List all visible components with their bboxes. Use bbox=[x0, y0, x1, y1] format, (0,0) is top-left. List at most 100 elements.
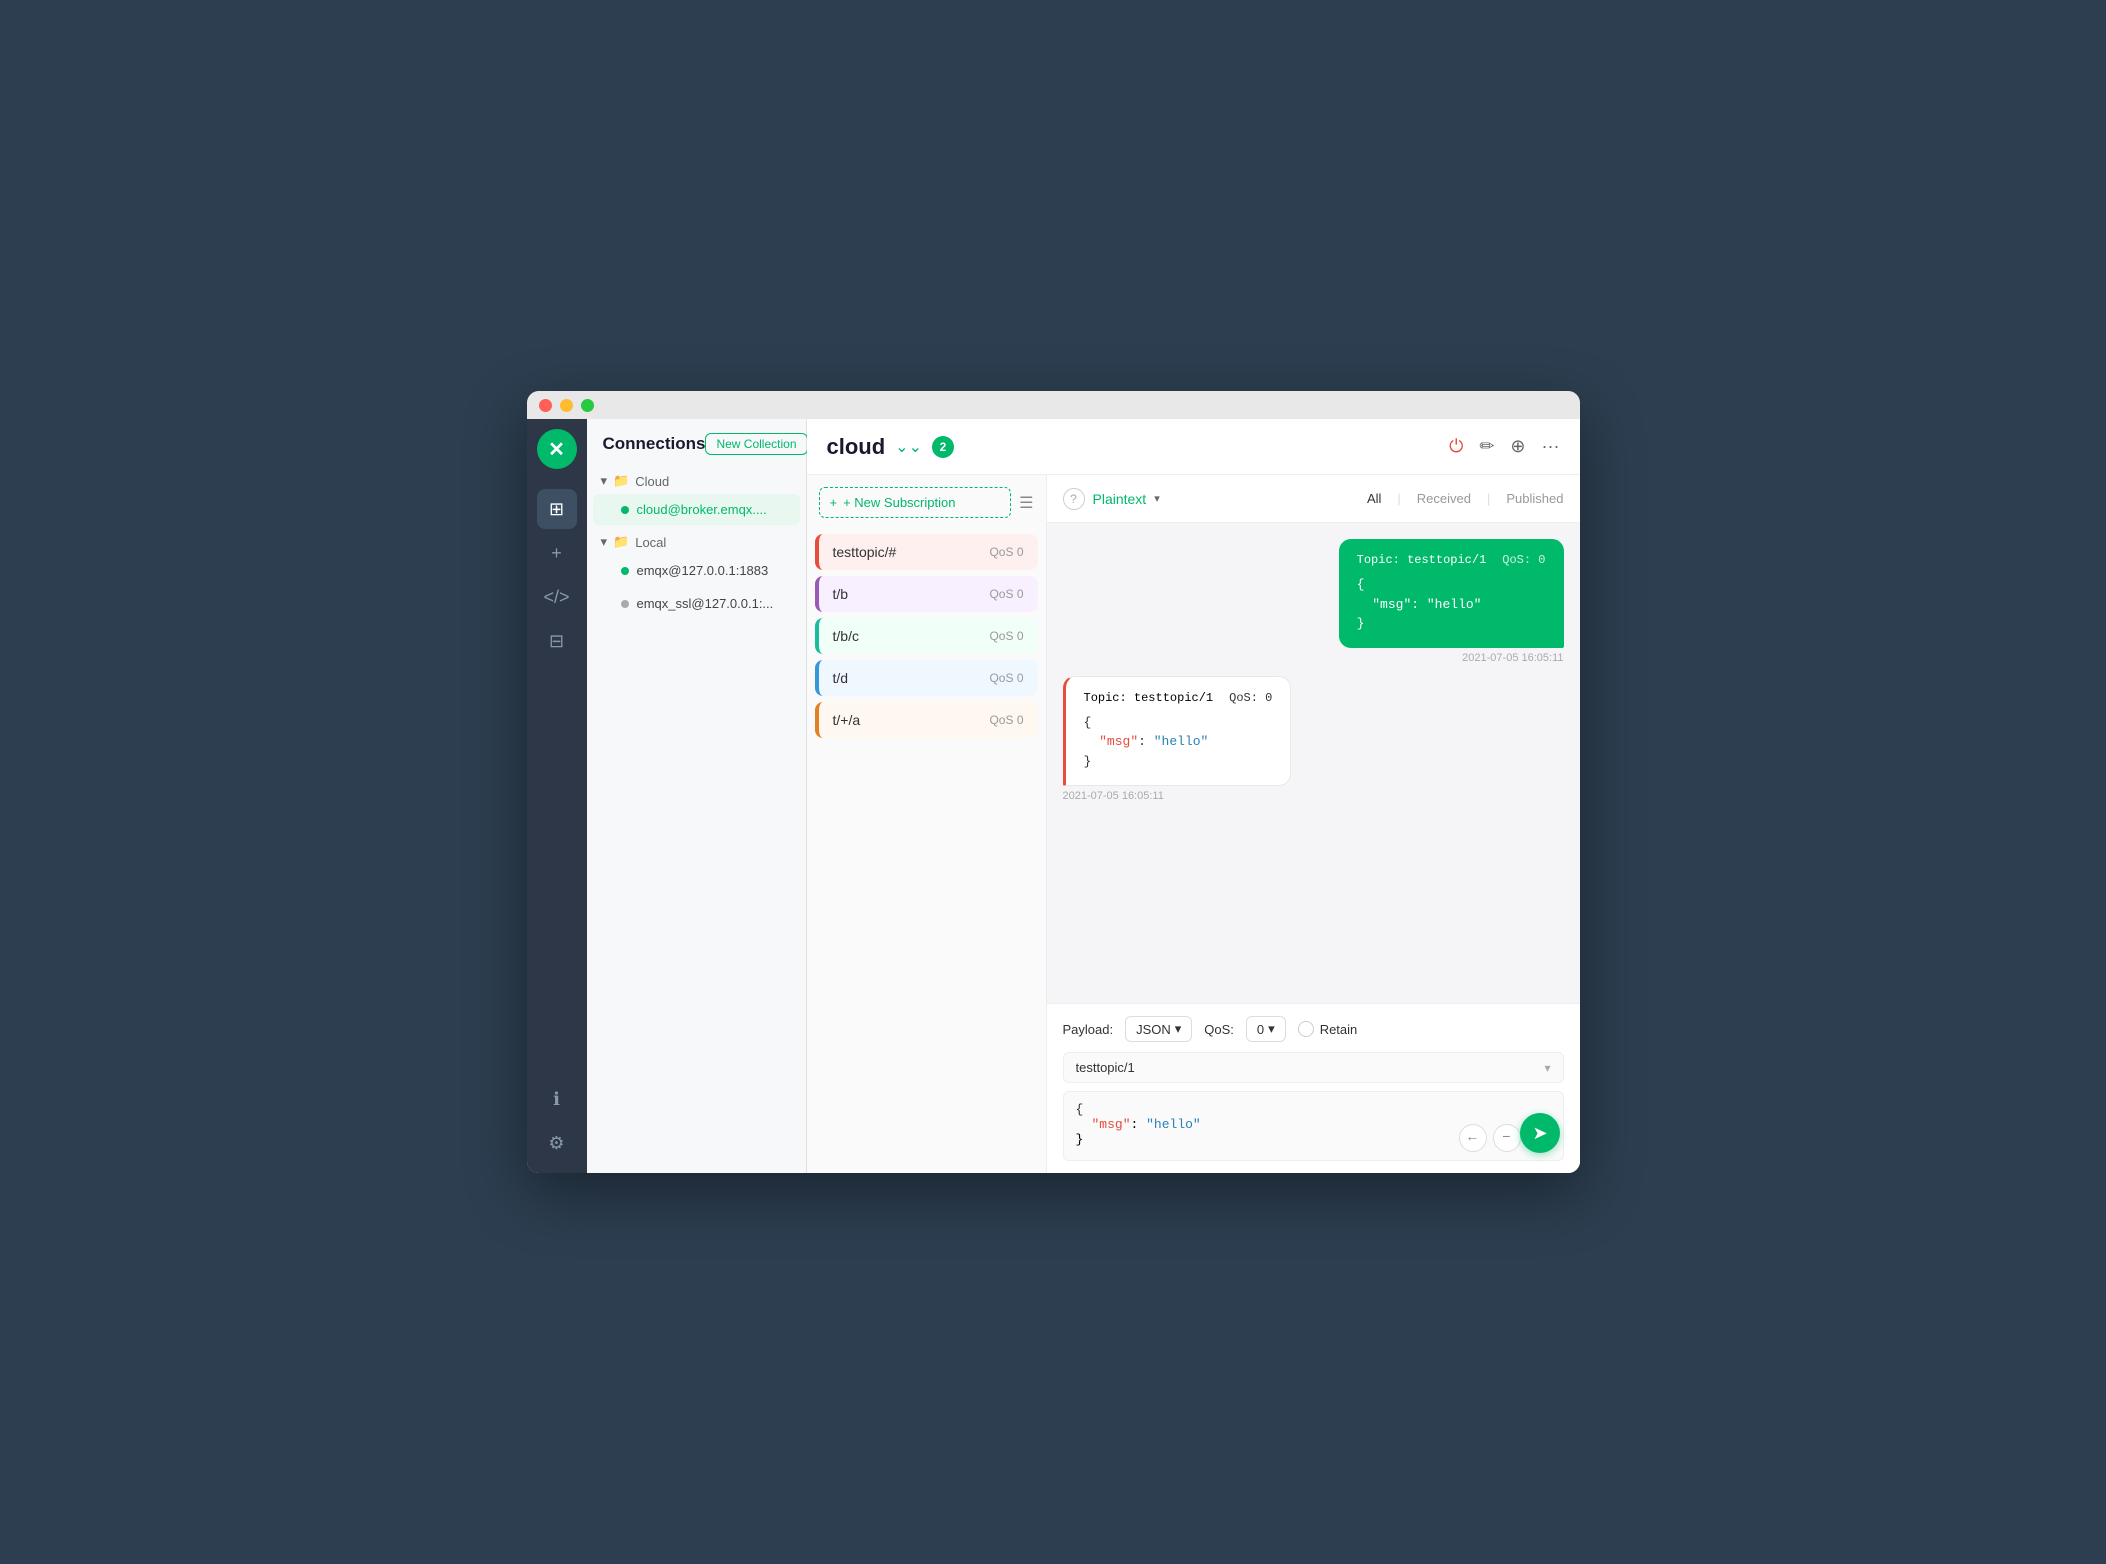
connection-local1-label: emqx@127.0.0.1:1883 bbox=[637, 563, 769, 578]
edit-icon[interactable]: ✏ bbox=[1479, 436, 1494, 457]
chevron-down-icon: ▾ bbox=[1268, 1021, 1275, 1037]
connection-local2-label: emqx_ssl@127.0.0.1:... bbox=[637, 596, 774, 611]
subscription-item-3[interactable]: t/d QoS 0 bbox=[815, 660, 1038, 696]
app-window: ✕ ⊞ + </> ⊟ ℹ ⚙ Connections New Collecti… bbox=[527, 391, 1580, 1173]
json-value: "hello" bbox=[1154, 734, 1209, 749]
group-cloud-label: Cloud bbox=[635, 474, 669, 489]
retain-checkbox-group[interactable]: Retain bbox=[1298, 1021, 1358, 1037]
body-line3: } bbox=[1076, 1132, 1084, 1147]
new-collection-button[interactable]: New Collection bbox=[705, 433, 807, 455]
connection-cloud1[interactable]: cloud@broker.emqx.... bbox=[593, 494, 800, 525]
message-body: { "msg": "hello" } bbox=[1357, 575, 1546, 634]
filter-tab-all[interactable]: All bbox=[1367, 491, 1381, 506]
connection-local2[interactable]: emqx_ssl@127.0.0.1:... bbox=[593, 588, 800, 619]
status-dot-gray bbox=[621, 600, 629, 608]
payload-format-select[interactable]: JSON ▾ bbox=[1125, 1016, 1192, 1042]
folder-icon: 📁 bbox=[613, 534, 629, 550]
subscription-item-1[interactable]: t/b QoS 0 bbox=[815, 576, 1038, 612]
app-body: ✕ ⊞ + </> ⊟ ℹ ⚙ Connections New Collecti… bbox=[527, 419, 1580, 1173]
retain-checkbox[interactable] bbox=[1298, 1021, 1314, 1037]
message-body: { "msg": "hello" } bbox=[1084, 713, 1273, 772]
filter-tab-published[interactable]: Published bbox=[1506, 491, 1563, 506]
json-key: "msg" bbox=[1099, 734, 1138, 749]
nav-left-btn[interactable]: ← bbox=[1459, 1124, 1487, 1152]
format-dropdown-icon[interactable]: ▾ bbox=[1154, 492, 1160, 505]
more-icon[interactable]: ··· bbox=[1542, 436, 1560, 457]
compose-options-row: Payload: JSON ▾ QoS: 0 ▾ bbox=[1063, 1016, 1564, 1042]
sub-topic: testtopic/# bbox=[833, 544, 897, 560]
sub-qos: QoS 0 bbox=[989, 629, 1023, 643]
connection-dropdown-icon[interactable]: ⌄⌄ bbox=[895, 437, 922, 457]
subscription-item-0[interactable]: testtopic/# QoS 0 bbox=[815, 534, 1038, 570]
message-header: Topic: testtopic/1 QoS: 0 bbox=[1084, 691, 1273, 705]
group-local-label: Local bbox=[635, 535, 666, 550]
app-logo: ✕ bbox=[537, 429, 577, 469]
nav-code[interactable]: </> bbox=[537, 577, 577, 617]
active-connection-name: cloud bbox=[827, 434, 886, 460]
new-sub-label: + New Subscription bbox=[843, 495, 955, 510]
connections-header: Connections New Collection bbox=[587, 419, 806, 465]
sub-topic: t/+/a bbox=[833, 712, 861, 728]
message-sent-0: Topic: testtopic/1 QoS: 0 { "msg": "hell… bbox=[1063, 539, 1564, 664]
filter-icon[interactable]: ☰ bbox=[1019, 493, 1033, 513]
nav-add[interactable]: + bbox=[537, 533, 577, 573]
connection-badge: 2 bbox=[932, 436, 954, 458]
compose-body[interactable]: { "msg": "hello" } ← − → bbox=[1063, 1091, 1564, 1161]
message-timestamp: 2021-07-05 16:05:11 bbox=[1462, 652, 1563, 664]
sub-qos: QoS 0 bbox=[989, 713, 1023, 727]
nav-info[interactable]: ℹ bbox=[537, 1079, 577, 1119]
status-dot-green bbox=[621, 506, 629, 514]
messages-pane: ? Plaintext ▾ All | Received | Published bbox=[1047, 475, 1580, 1173]
nav-data[interactable]: ⊟ bbox=[537, 621, 577, 661]
subscription-item-2[interactable]: t/b/c QoS 0 bbox=[815, 618, 1038, 654]
status-dot-green bbox=[621, 567, 629, 575]
connections-title: Connections bbox=[603, 434, 706, 454]
chevron-down-icon: ▾ bbox=[1544, 1061, 1550, 1075]
sub-qos: QoS 0 bbox=[989, 587, 1023, 601]
group-cloud[interactable]: ▾ 📁 Cloud bbox=[587, 465, 806, 493]
chevron-down-icon: ▾ bbox=[601, 534, 608, 550]
main-topbar: cloud ⌄⌄ 2 ⏻ ✏ ⊕ ··· bbox=[807, 419, 1580, 475]
message-filter-tabs: All | Received | Published bbox=[1367, 491, 1564, 506]
close-button[interactable] bbox=[539, 399, 552, 412]
group-local[interactable]: ▾ 📁 Local bbox=[587, 526, 806, 554]
sub-qos: QoS 0 bbox=[989, 671, 1023, 685]
connection-local1[interactable]: emqx@127.0.0.1:1883 bbox=[593, 555, 800, 586]
nav-minus-btn[interactable]: − bbox=[1493, 1124, 1521, 1152]
new-subscription-button[interactable]: + + New Subscription bbox=[819, 487, 1012, 518]
message-list: Topic: testtopic/1 QoS: 0 { "msg": "hell… bbox=[1047, 523, 1580, 1003]
minimize-button[interactable] bbox=[560, 399, 573, 412]
sub-qos: QoS 0 bbox=[989, 545, 1023, 559]
logo-icon: ✕ bbox=[548, 437, 565, 462]
chevron-down-icon: ▾ bbox=[1175, 1021, 1182, 1037]
format-label[interactable]: Plaintext bbox=[1093, 491, 1147, 507]
fullscreen-button[interactable] bbox=[581, 399, 594, 412]
payload-format-value: JSON bbox=[1136, 1022, 1171, 1037]
message-topic: Topic: testtopic/1 bbox=[1084, 691, 1214, 705]
message-timestamp: 2021-07-05 16:05:11 bbox=[1063, 790, 1164, 802]
body-value: "hello" bbox=[1146, 1117, 1201, 1132]
nav-connections[interactable]: ⊞ bbox=[537, 489, 577, 529]
message-topbar: ? Plaintext ▾ All | Received | Published bbox=[1047, 475, 1580, 523]
add-tab-icon[interactable]: ⊕ bbox=[1510, 436, 1525, 457]
message-bubble-received: Topic: testtopic/1 QoS: 0 { "msg": "hell… bbox=[1063, 676, 1292, 787]
filter-tab-received[interactable]: Received bbox=[1417, 491, 1471, 506]
topic-input[interactable] bbox=[1076, 1060, 1537, 1075]
send-button[interactable]: ➤ bbox=[1520, 1113, 1560, 1153]
title-bar bbox=[527, 391, 1580, 419]
message-bubble-sent: Topic: testtopic/1 QoS: 0 { "msg": "hell… bbox=[1339, 539, 1564, 648]
qos-select[interactable]: 0 ▾ bbox=[1246, 1016, 1286, 1042]
subscriptions-topbar: + + New Subscription ☰ bbox=[807, 475, 1046, 530]
message-qos: QoS: 0 bbox=[1502, 553, 1545, 567]
sub-topic: t/b/c bbox=[833, 628, 859, 644]
body-line1: { bbox=[1076, 1102, 1084, 1117]
power-icon[interactable]: ⏻ bbox=[1449, 436, 1463, 457]
body-key: "msg" bbox=[1092, 1117, 1131, 1132]
subscription-item-4[interactable]: t/+/a QoS 0 bbox=[815, 702, 1038, 738]
subscription-list: testtopic/# QoS 0 t/b QoS 0 t/b/c QoS 0 bbox=[807, 530, 1046, 1173]
help-icon[interactable]: ? bbox=[1063, 488, 1085, 510]
nav-sidebar: ✕ ⊞ + </> ⊟ ℹ ⚙ bbox=[527, 419, 587, 1173]
compose-topic-row: ▾ bbox=[1063, 1052, 1564, 1083]
nav-settings[interactable]: ⚙ bbox=[537, 1123, 577, 1163]
split-pane: + + New Subscription ☰ testtopic/# QoS 0… bbox=[807, 475, 1580, 1173]
